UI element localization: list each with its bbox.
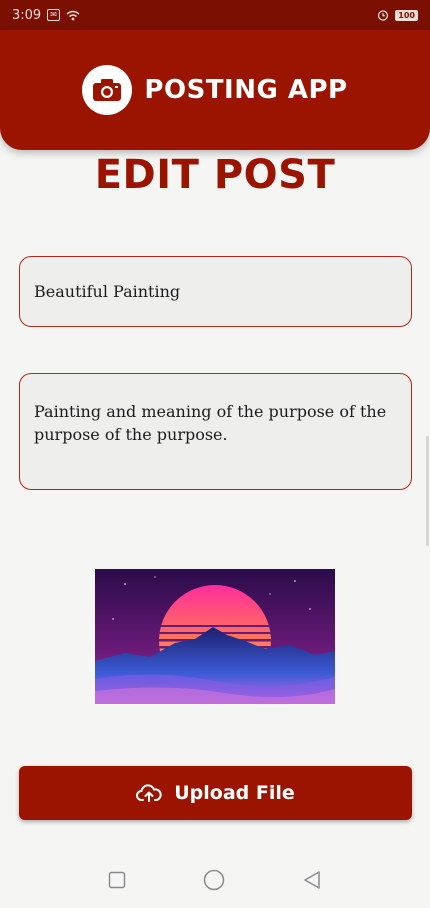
app-title: POSTING APP [144, 75, 348, 105]
alarm-icon [378, 10, 389, 21]
upload-file-label: Upload File [174, 782, 295, 804]
cloud-upload-icon [136, 784, 162, 802]
battery-icon: 100 [395, 9, 418, 21]
post-title-value: Beautiful Painting [34, 282, 181, 301]
camera-icon [82, 65, 133, 115]
app-bar: POSTING APP [0, 30, 430, 150]
page-title: EDIT POST [94, 152, 336, 198]
post-description-value: Painting and meaning of the purpose of t… [34, 402, 387, 444]
status-bar: 3:09 ✉ 100 [0, 0, 430, 30]
system-nav-bar [0, 852, 430, 908]
recents-square-icon[interactable] [108, 871, 126, 889]
notification-icon: ✉ [47, 9, 60, 21]
scroll-edge-handle [426, 436, 429, 546]
post-image [95, 569, 335, 704]
status-right: 100 [377, 9, 418, 21]
back-triangle-icon[interactable] [302, 870, 322, 890]
wifi-icon [66, 10, 80, 20]
post-title-field[interactable]: Beautiful Painting [19, 256, 412, 327]
status-left: 3:09 ✉ [12, 8, 80, 23]
status-time: 3:09 [12, 7, 42, 23]
upload-file-button[interactable]: Upload File [19, 766, 412, 820]
post-description-field[interactable]: Painting and meaning of the purpose of t… [19, 373, 412, 490]
home-circle-icon[interactable] [203, 869, 225, 891]
